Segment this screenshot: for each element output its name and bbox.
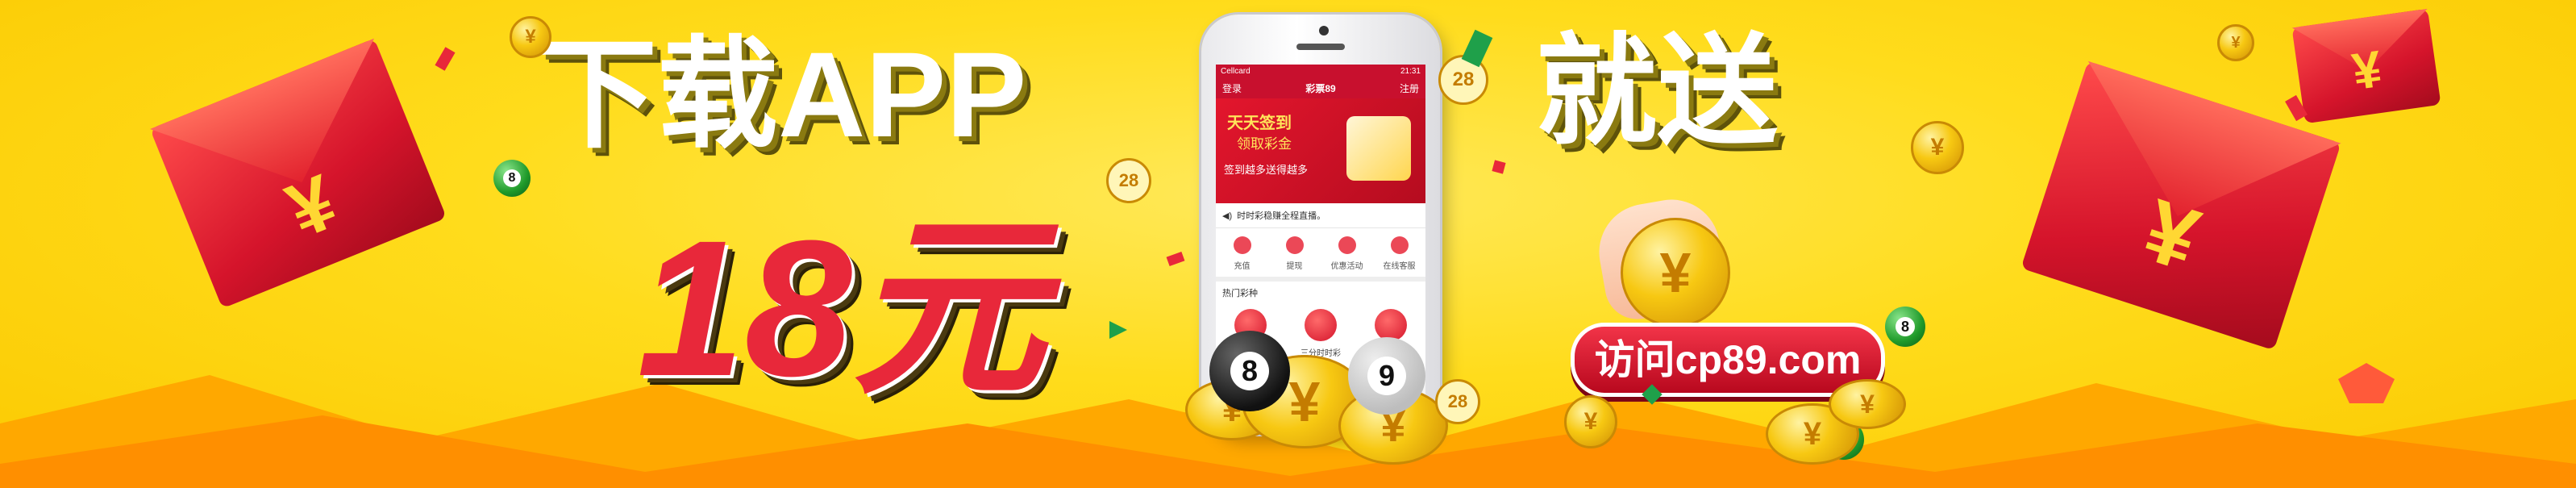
yen-icon: ¥ bbox=[2231, 34, 2241, 52]
lottery-ball: 8 bbox=[1885, 307, 1925, 347]
time-label: 21:31 bbox=[1400, 66, 1421, 76]
promo-text: 签到越多送得越多 bbox=[1224, 164, 1309, 176]
red-envelope-small: ¥ bbox=[2291, 8, 2441, 124]
phone-status-bar: Cellcard 21:31 bbox=[1216, 65, 1425, 77]
gold-coin: ¥ bbox=[1911, 121, 1964, 174]
gold-coin: ¥ bbox=[1829, 379, 1906, 429]
promo-subtitle: 领取彩金 bbox=[1237, 136, 1292, 152]
lottery-ball: 8 bbox=[493, 160, 531, 197]
yen-icon: ¥ bbox=[1583, 408, 1598, 435]
register-link[interactable]: 注册 bbox=[1400, 81, 1419, 95]
confetti bbox=[435, 47, 456, 71]
chip-number: 28 bbox=[1447, 391, 1468, 411]
yen-icon: ¥ bbox=[1288, 370, 1321, 433]
promo-title: 天天签到 bbox=[1227, 115, 1292, 132]
app-header: 登录 彩票89 注册 bbox=[1216, 77, 1425, 98]
gold-coin: ¥ bbox=[1564, 395, 1617, 448]
quick-action-support[interactable]: 在线客服 bbox=[1373, 228, 1425, 277]
chip-number: 28 bbox=[1118, 170, 1139, 190]
ball-number: 8 bbox=[503, 169, 521, 187]
phone-camera bbox=[1319, 26, 1329, 35]
yen-icon: ¥ bbox=[1803, 416, 1822, 452]
lottery-ball: 9 bbox=[1348, 337, 1425, 415]
gold-coin: ¥ bbox=[1621, 218, 1730, 327]
phone-speaker bbox=[1296, 44, 1345, 50]
login-link[interactable]: 登录 bbox=[1222, 81, 1242, 95]
quick-action-promotions[interactable]: 优惠活动 bbox=[1321, 228, 1373, 277]
gold-coin: ¥ bbox=[2217, 24, 2254, 61]
yen-icon: ¥ bbox=[2349, 39, 2386, 102]
red-envelope-left: ¥ bbox=[149, 38, 447, 309]
chip-number: 28 bbox=[1452, 69, 1475, 90]
headline-give: 就送 bbox=[1536, 23, 1779, 159]
quick-action-deposit[interactable]: 充值 bbox=[1216, 228, 1268, 277]
gold-coin: ¥ bbox=[510, 16, 551, 58]
app-logo: 彩票89 bbox=[1305, 82, 1336, 94]
quick-actions: 充值 提现 优惠活动 在线客服 bbox=[1216, 228, 1425, 282]
visit-site-badge[interactable]: 访问cp89.com bbox=[1571, 323, 1885, 397]
confetti bbox=[1166, 251, 1185, 267]
ball-number: 9 bbox=[1367, 357, 1406, 395]
ball-number: 8 bbox=[1896, 317, 1915, 336]
confetti bbox=[1492, 160, 1506, 174]
yen-icon: ¥ bbox=[525, 26, 536, 48]
promo-banner[interactable]: ¥ ¥ ¥ 下载APP 就送 18元 Cellcard 21:31 登录 彩票8… bbox=[0, 0, 2576, 488]
quick-action-withdraw[interactable]: 提现 bbox=[1268, 228, 1321, 277]
headline-amount: 18元 bbox=[637, 200, 1046, 416]
sign-in-promo-card[interactable]: 天天签到 领取彩金 签到越多送得越多 bbox=[1216, 98, 1425, 203]
yen-icon: ¥ bbox=[1860, 390, 1875, 419]
number-chip: 28 bbox=[1435, 379, 1480, 424]
gift-box-icon bbox=[1346, 116, 1411, 181]
ball-number: 8 bbox=[1230, 352, 1269, 390]
yen-icon: ¥ bbox=[1930, 134, 1945, 161]
speaker-icon: ◀) bbox=[1222, 211, 1233, 221]
number-chip: 28 bbox=[1106, 158, 1151, 203]
hot-lotteries-title: 热门彩种 bbox=[1216, 282, 1425, 304]
notice-bar[interactable]: ◀) 时时彩稳赚全程直播。 bbox=[1216, 203, 1425, 228]
carrier-label: Cellcard bbox=[1221, 66, 1251, 76]
lottery-ball: 8 bbox=[1209, 331, 1290, 411]
notice-text: 时时彩稳赚全程直播。 bbox=[1237, 211, 1326, 221]
headline-download-app: 下载APP bbox=[536, 27, 1027, 162]
yen-icon: ¥ bbox=[1659, 241, 1692, 304]
